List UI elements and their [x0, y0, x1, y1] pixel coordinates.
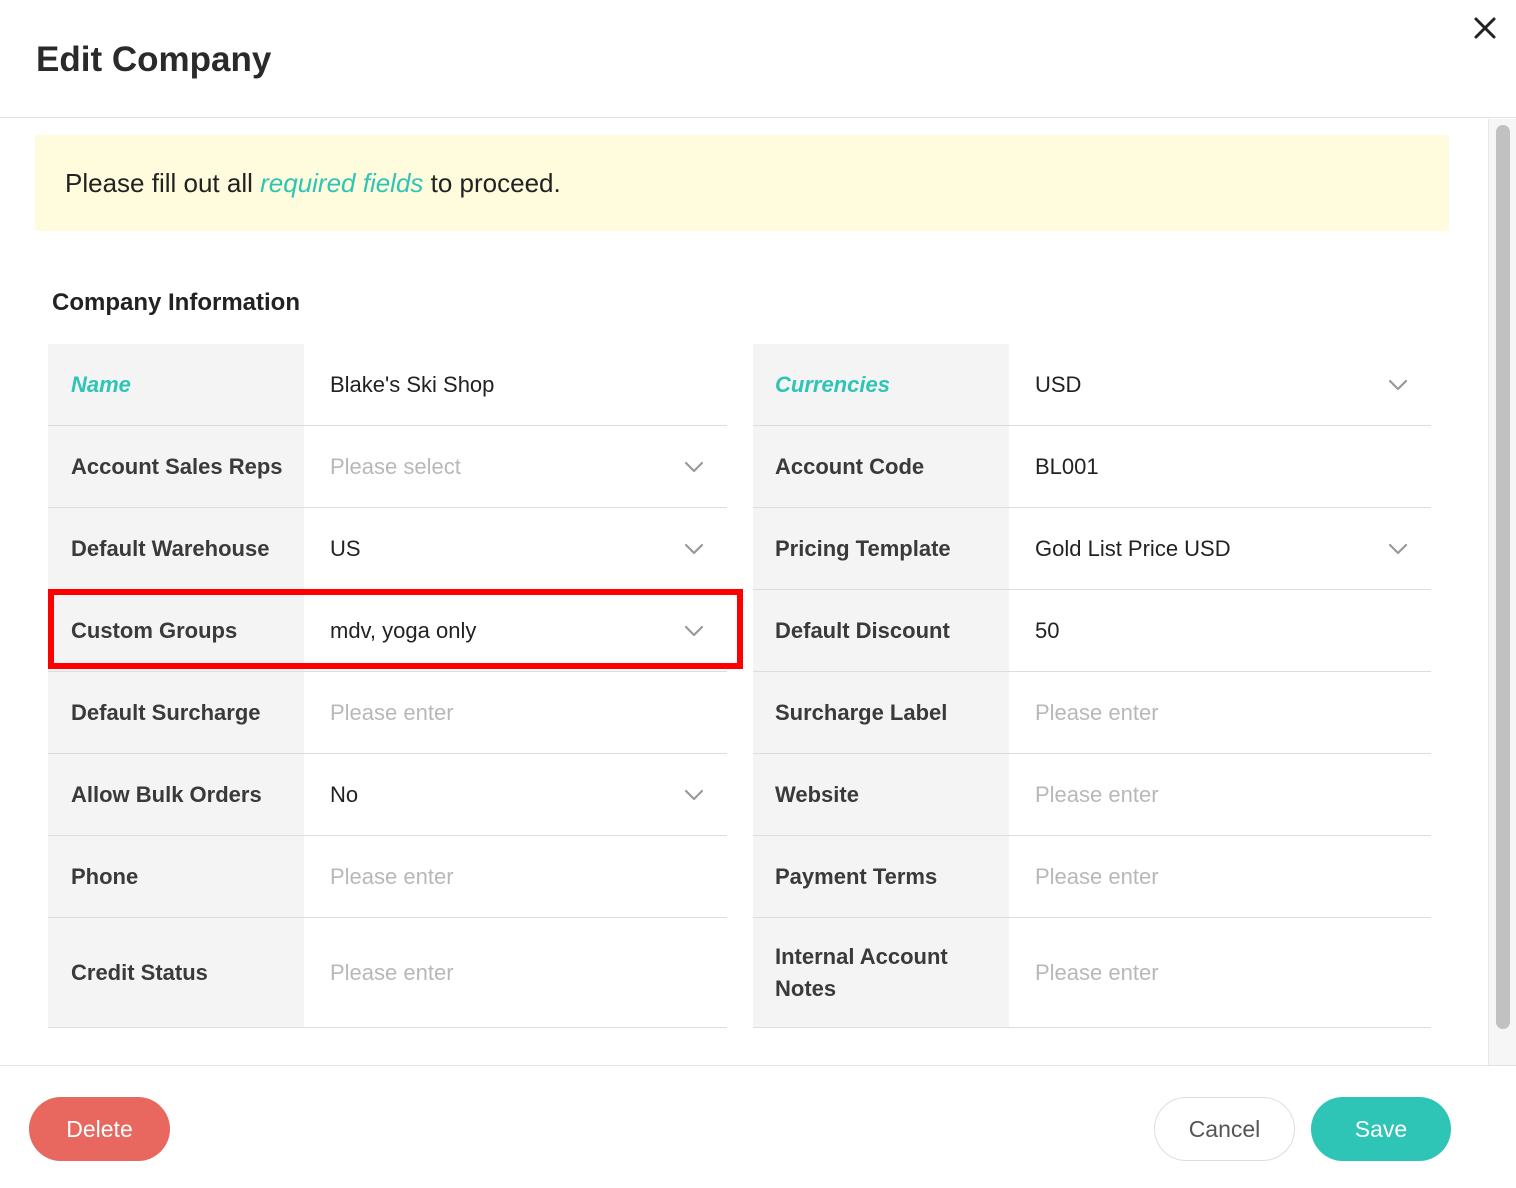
field-label-allow-bulk-orders: Allow Bulk Orders	[48, 754, 304, 835]
modal-footer: Delete Cancel Save	[0, 1065, 1516, 1188]
field-label-default-discount: Default Discount	[753, 590, 1009, 671]
credit-status-placeholder: Please enter	[330, 959, 454, 985]
field-label-surcharge-label: Surcharge Label	[753, 672, 1009, 753]
notice-suffix: to proceed.	[423, 168, 561, 198]
field-label-custom-groups: Custom Groups	[48, 590, 304, 671]
allow-bulk-orders-select[interactable]: No	[304, 754, 727, 835]
form-column-left: Name Blake's Ski Shop Account Sales Reps Pl…	[48, 344, 727, 1028]
close-button[interactable]	[1466, 10, 1504, 48]
chevron-down-icon[interactable]	[1387, 542, 1409, 556]
field-label-internal-account-notes: Internal Account Notes	[753, 918, 1009, 1027]
field-row-internal-account-notes: Internal Account Notes Please enter	[753, 918, 1431, 1028]
field-label-account-sales-reps: Account Sales Reps	[48, 426, 304, 507]
pricing-template-select[interactable]: Gold List Price USD	[1009, 508, 1431, 589]
currencies-select[interactable]: USD	[1009, 344, 1431, 425]
field-label-name: Name	[48, 344, 304, 425]
field-row-default-discount: Default Discount 50	[753, 590, 1431, 672]
close-icon	[1474, 17, 1496, 39]
save-button[interactable]: Save	[1311, 1097, 1451, 1161]
default-surcharge-placeholder: Please enter	[330, 699, 454, 725]
notice-prefix: Please fill out all	[65, 168, 261, 198]
field-label-credit-status: Credit Status	[48, 918, 304, 1027]
name-value: Blake's Ski Shop	[330, 371, 495, 397]
field-row-custom-groups: Custom Groups mdv, yoga only	[48, 590, 727, 672]
allow-bulk-orders-value: No	[330, 781, 359, 807]
field-row-name: Name Blake's Ski Shop	[48, 344, 727, 426]
modal-header: Edit Company	[0, 0, 1516, 118]
field-label-pricing-template: Pricing Template	[753, 508, 1009, 589]
scrollbar[interactable]	[1488, 119, 1516, 1065]
modal-title: Edit Company	[36, 40, 272, 79]
account-sales-reps-placeholder: Please select	[330, 453, 461, 479]
phone-input[interactable]: Please enter	[304, 836, 727, 917]
pricing-template-value: Gold List Price USD	[1035, 535, 1231, 561]
field-row-credit-status: Credit Status Please enter	[48, 918, 727, 1028]
chevron-down-icon[interactable]	[683, 624, 705, 638]
field-row-pricing-template: Pricing Template Gold List Price USD	[753, 508, 1431, 590]
modal-body: Please fill out all required fields to p…	[0, 119, 1488, 1065]
field-row-surcharge-label: Surcharge Label Please enter	[753, 672, 1431, 754]
field-label-phone: Phone	[48, 836, 304, 917]
chevron-down-icon[interactable]	[683, 460, 705, 474]
chevron-down-icon[interactable]	[1387, 378, 1409, 392]
chevron-down-icon[interactable]	[683, 788, 705, 802]
required-fields-link[interactable]: required fields	[260, 168, 423, 198]
account-code-input[interactable]: BL001	[1009, 426, 1431, 507]
credit-status-input[interactable]: Please enter	[304, 918, 727, 1027]
field-row-account-code: Account Code BL001	[753, 426, 1431, 508]
surcharge-label-placeholder: Please enter	[1035, 699, 1159, 725]
payment-terms-placeholder: Please enter	[1035, 863, 1159, 889]
default-discount-input[interactable]: 50	[1009, 590, 1431, 671]
section-title: Company Information	[52, 289, 301, 316]
custom-groups-value: mdv, yoga only	[330, 617, 477, 643]
website-placeholder: Please enter	[1035, 781, 1159, 807]
default-warehouse-select[interactable]: US	[304, 508, 727, 589]
edit-company-modal: Edit Company Please fill out all require…	[0, 0, 1516, 1188]
phone-placeholder: Please enter	[330, 863, 454, 889]
field-row-default-surcharge: Default Surcharge Please enter	[48, 672, 727, 754]
cancel-button[interactable]: Cancel	[1154, 1097, 1295, 1161]
field-row-default-warehouse: Default Warehouse US	[48, 508, 727, 590]
form-column-right: Currencies USD Account Code BL001 Pricing Te…	[753, 344, 1431, 1028]
required-fields-notice: Please fill out all required fields to p…	[35, 135, 1449, 231]
default-surcharge-input[interactable]: Please enter	[304, 672, 727, 753]
name-input[interactable]: Blake's Ski Shop	[304, 344, 727, 425]
field-row-payment-terms: Payment Terms Please enter	[753, 836, 1431, 918]
account-sales-reps-select[interactable]: Please select	[304, 426, 727, 507]
field-label-payment-terms: Payment Terms	[753, 836, 1009, 917]
default-warehouse-value: US	[330, 535, 361, 561]
field-label-currencies: Currencies	[753, 344, 1009, 425]
field-row-allow-bulk-orders: Allow Bulk Orders No	[48, 754, 727, 836]
account-code-value: BL001	[1035, 453, 1099, 479]
internal-account-notes-input[interactable]: Please enter	[1009, 918, 1431, 1027]
field-row-phone: Phone Please enter	[48, 836, 727, 918]
currencies-value: USD	[1035, 371, 1082, 397]
delete-button[interactable]: Delete	[29, 1097, 170, 1161]
scrollbar-thumb[interactable]	[1496, 125, 1510, 1029]
field-row-website: Website Please enter	[753, 754, 1431, 836]
website-input[interactable]: Please enter	[1009, 754, 1431, 835]
custom-groups-select[interactable]: mdv, yoga only	[304, 590, 727, 671]
surcharge-label-input[interactable]: Please enter	[1009, 672, 1431, 753]
field-row-account-sales-reps: Account Sales Reps Please select	[48, 426, 727, 508]
payment-terms-input[interactable]: Please enter	[1009, 836, 1431, 917]
field-label-default-surcharge: Default Surcharge	[48, 672, 304, 753]
field-label-default-warehouse: Default Warehouse	[48, 508, 304, 589]
internal-account-notes-placeholder: Please enter	[1035, 959, 1159, 985]
field-label-website: Website	[753, 754, 1009, 835]
default-discount-value: 50	[1035, 617, 1060, 643]
field-label-account-code: Account Code	[753, 426, 1009, 507]
field-row-currencies: Currencies USD	[753, 344, 1431, 426]
chevron-down-icon[interactable]	[683, 542, 705, 556]
